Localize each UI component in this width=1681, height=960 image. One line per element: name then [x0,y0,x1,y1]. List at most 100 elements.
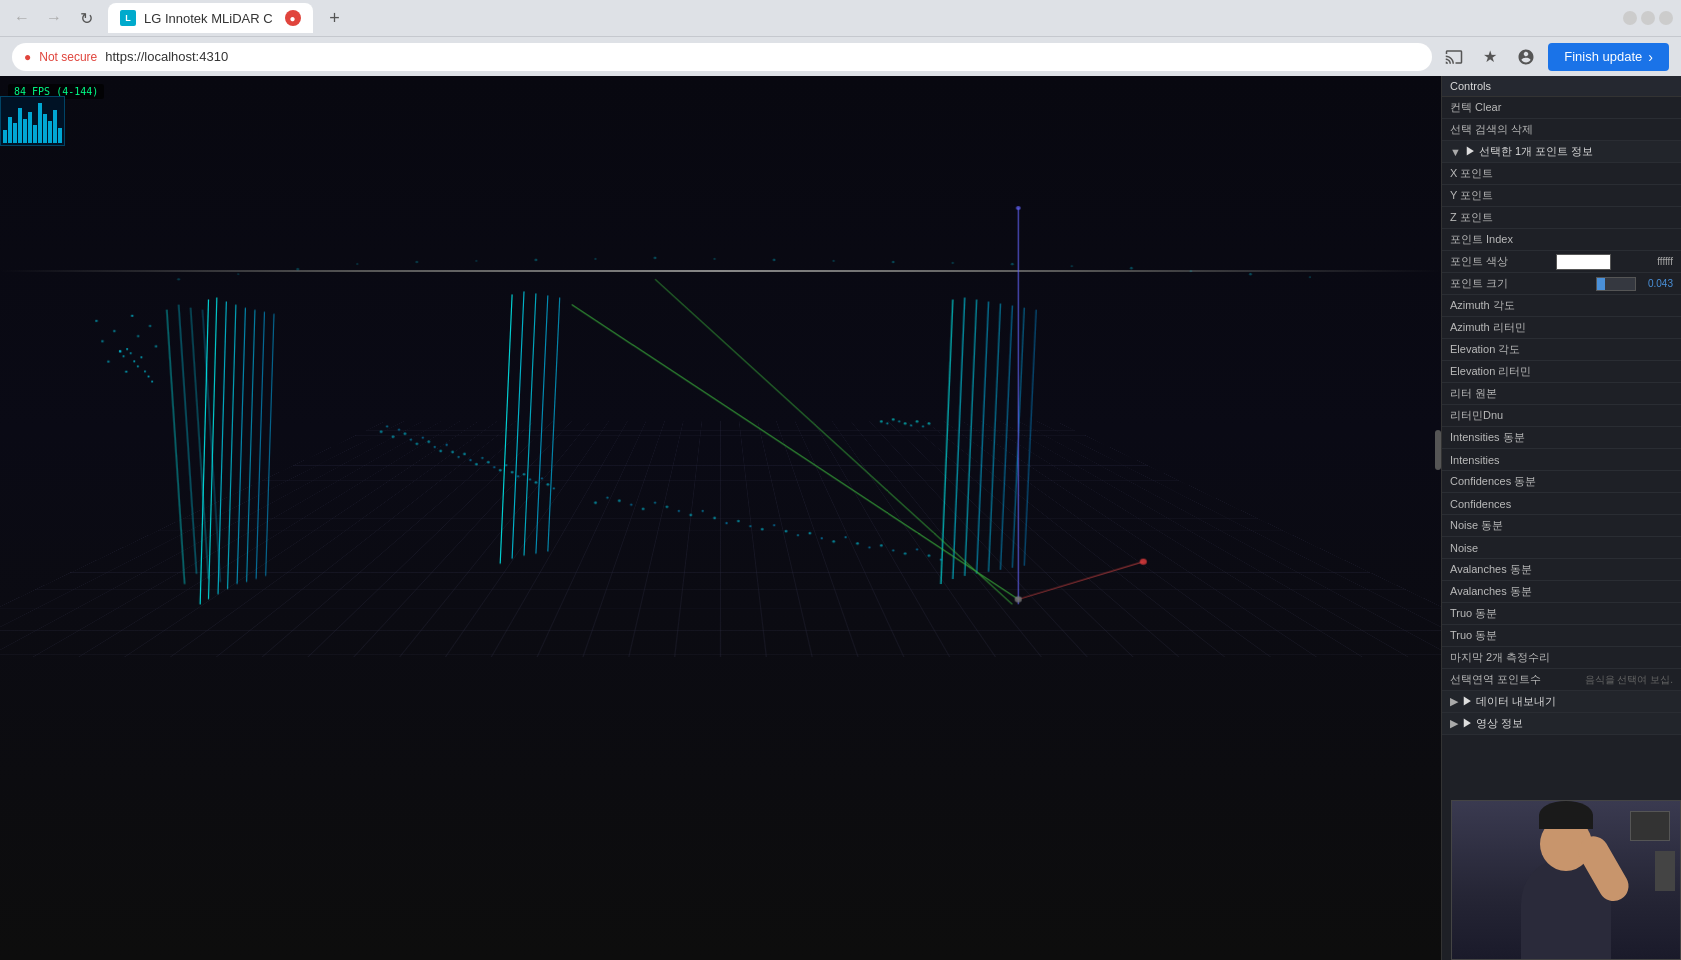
svg-point-119 [880,544,883,546]
avalanches-dong1-label: Avalanches 동분 [1450,562,1609,577]
avalanches-dong2-row: Avalanches 동분 [1442,581,1681,603]
selected-area-points-label: 선택연역 포인트수 [1450,672,1581,687]
finish-update-button[interactable]: Finish update › [1548,43,1669,71]
svg-point-88 [517,475,519,477]
size-value: 0.043 [1638,278,1673,289]
browser-tab-active[interactable]: L LG Innotek MLiDAR C ● [108,3,313,33]
svg-point-132 [922,426,924,428]
confidences-row: Confidences [1442,493,1681,515]
svg-point-71 [415,443,418,445]
wbar-7 [33,125,37,143]
svg-point-102 [678,510,680,512]
browser-toolbar: ● Not secure https://localhost:4310 ★ Fi… [0,36,1681,76]
wbar-3 [13,123,17,143]
color-hex-value: ffffff [1613,256,1673,267]
wbar-4 [18,108,22,143]
selected-area-points-value: 음식을 선택여 보십. [1585,673,1673,687]
svg-point-5 [475,260,477,262]
close-button[interactable] [1659,11,1673,25]
svg-rect-28 [107,361,109,363]
svg-rect-42 [148,376,150,378]
svg-point-86 [505,464,507,466]
back-button[interactable]: ← [8,4,36,32]
svg-point-120 [892,549,894,551]
svg-point-96 [606,497,608,499]
data-export-section[interactable]: ▶ ▶ 데이터 내보내기 [1442,691,1681,713]
wbar-12 [58,128,62,143]
viewport-scrollbar[interactable] [1435,430,1441,470]
point-size-label: 포인트 크기 [1450,276,1592,291]
svg-point-77 [451,451,454,453]
svg-rect-26 [137,335,139,337]
truo-dong1-row: Truo 동분 [1442,603,1681,625]
svg-line-55 [536,295,548,553]
cast-icon-button[interactable] [1440,43,1468,71]
svg-line-51 [266,314,274,576]
svg-point-98 [630,504,632,506]
svg-point-73 [427,441,430,443]
video-info-section[interactable]: ▶ ▶ 영상 정보 [1442,713,1681,735]
svg-point-103 [689,514,692,516]
new-tab-button[interactable]: + [321,4,349,32]
svg-point-9 [713,258,715,260]
wbar-9 [43,114,47,143]
controls-header[interactable]: Controls [1442,76,1681,97]
size-bar[interactable] [1596,277,1636,291]
tab-close-button[interactable]: ● [285,10,301,26]
svg-point-125 [880,420,883,422]
bookmark-icon-button[interactable]: ★ [1476,43,1504,71]
y-point-label: Y 포인트 [1450,188,1609,203]
svg-line-64 [1024,310,1036,566]
svg-line-50 [256,312,264,579]
section-arrow-icon: ▼ [1450,146,1461,158]
security-label: Not secure [39,50,97,64]
profile-icon-button[interactable] [1512,43,1540,71]
intensities-dong-row: Intensities 동분 [1442,427,1681,449]
svg-point-16 [1130,267,1133,269]
intensities-label: Intensities [1450,454,1609,466]
wbar-6 [28,112,32,143]
svg-line-59 [965,300,977,576]
svg-point-94 [553,488,555,490]
point-color-input[interactable]: ffffff [1556,254,1673,270]
panel-scroll-area[interactable]: 컨텍 Clear 선택 검색의 삭제 ▼ ▶ 선택한 1개 포인트 정보 X 포… [1442,97,1681,960]
svg-point-74 [433,446,435,448]
svg-point-100 [654,502,656,504]
point-size-input[interactable]: 0.043 [1596,277,1673,291]
svg-line-136 [1018,562,1143,600]
color-swatch[interactable] [1556,254,1611,270]
svg-point-14 [1011,263,1014,265]
wbar-2 [8,117,12,143]
svg-point-133 [927,422,930,424]
finish-update-label: Finish update [1564,49,1642,64]
forward-button[interactable]: → [40,4,68,32]
svg-point-93 [546,483,549,485]
svg-line-46 [218,302,226,595]
svg-point-83 [487,461,490,463]
browser-frame: ← → ↻ L LG Innotek MLiDAR C ● + ● Not se… [0,0,1681,960]
svg-point-131 [916,420,919,422]
selected-area-points-row: 선택연역 포인트수 음식을 선택여 보십. [1442,669,1681,691]
svg-point-4 [415,261,418,263]
last-2-measurements-label: 마지막 2개 측정수리 [1450,650,1609,665]
refresh-button[interactable]: ↻ [72,4,100,32]
maximize-button[interactable] [1641,11,1655,25]
svg-rect-21 [113,330,115,332]
delete-selection-row: 선택 검색의 삭제 [1442,119,1681,141]
confidences-dong-row: Confidences 동분 [1442,471,1681,493]
svg-point-118 [868,546,870,548]
azimuth-return-row: Azimuth 리터민 [1442,317,1681,339]
last-2-measurements-row: 마지막 2개 측정수리 [1442,647,1681,669]
viewport-3d[interactable]: 84 FPS (4-144) [0,76,1441,960]
svg-line-49 [247,310,255,582]
address-bar[interactable]: ● Not secure https://localhost:4310 [12,43,1432,71]
selected-point-section[interactable]: ▼ ▶ 선택한 1개 포인트 정보 [1442,141,1681,163]
elevation-return-label: Elevation 리터민 [1450,364,1609,379]
svg-point-2 [296,268,299,270]
minimize-button[interactable] [1623,11,1637,25]
clear-label: 컨텍 Clear [1450,100,1673,115]
svg-point-66 [386,426,388,428]
svg-line-52 [500,294,512,563]
avalanches-dong2-label: Avalanches 동분 [1450,584,1609,599]
svg-line-60 [977,302,989,574]
